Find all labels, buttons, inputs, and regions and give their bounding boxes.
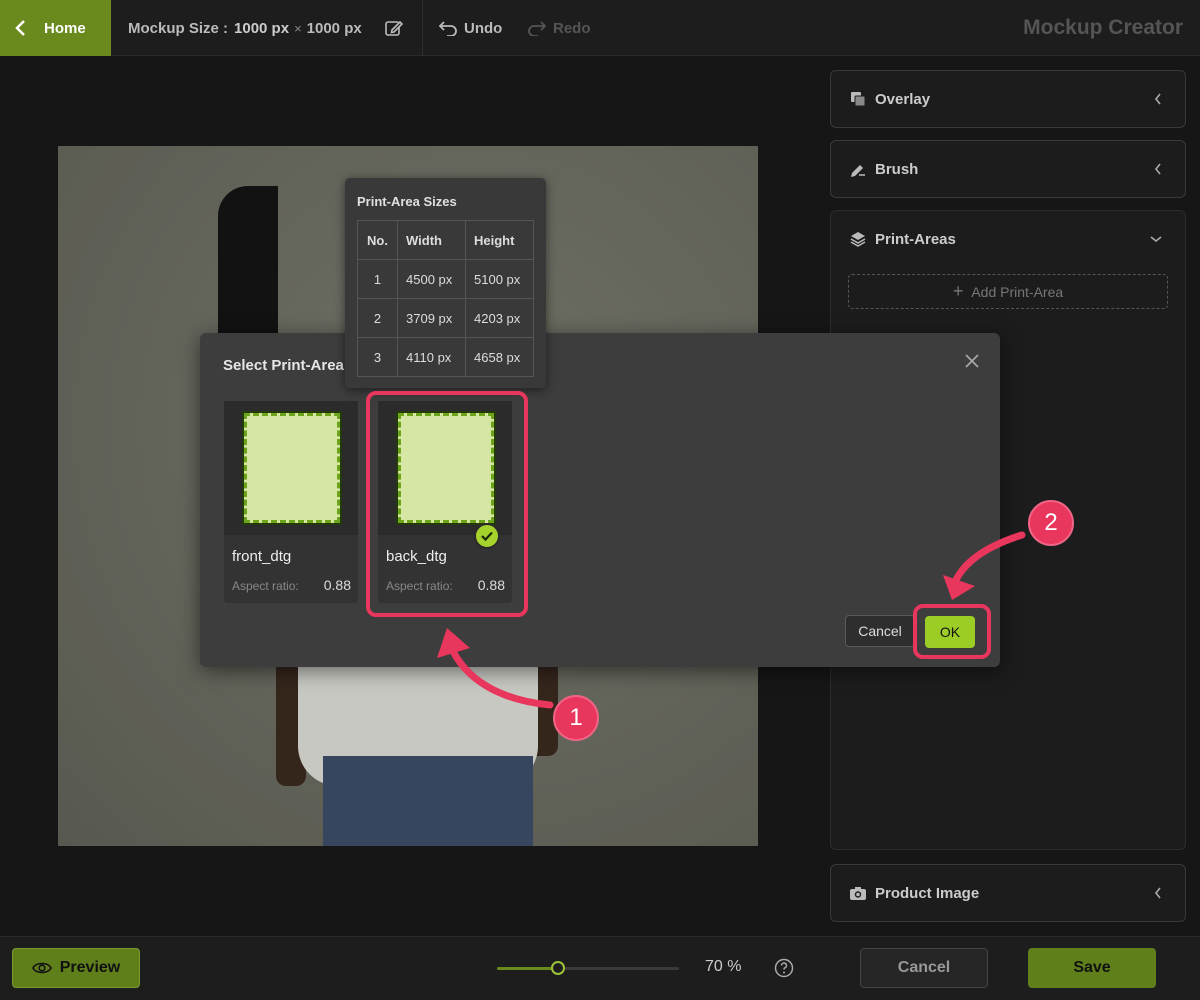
zoom-slider-thumb[interactable] bbox=[551, 961, 565, 975]
redo-icon bbox=[528, 21, 547, 36]
plus-icon: + bbox=[952, 281, 964, 301]
app-title: Mockup Creator bbox=[1023, 16, 1183, 39]
table-row: 1 4500 px 5100 px bbox=[357, 259, 534, 299]
print-area-info: front_dtg Aspect ratio: 0.88 bbox=[224, 535, 358, 603]
top-bar: Home Mockup Size : 1000 px × 1000 px Und… bbox=[0, 0, 1200, 56]
mockup-height: 1000 px bbox=[306, 19, 362, 37]
chevron-left-icon bbox=[15, 20, 25, 36]
overlay-section[interactable]: Overlay bbox=[830, 70, 1186, 128]
print-area-sizes-table: No. Width Height 1 4500 px 5100 px 2 370… bbox=[357, 220, 534, 377]
mockup-width: 1000 px bbox=[234, 19, 290, 37]
brush-icon bbox=[851, 165, 865, 177]
table-header-row: No. Width Height bbox=[357, 220, 534, 260]
print-area-name: front_dtg bbox=[232, 548, 292, 565]
brush-section[interactable]: Brush bbox=[830, 140, 1186, 198]
highlight-back-dtg bbox=[366, 391, 528, 617]
product-image-header[interactable]: Product Image bbox=[831, 865, 1185, 921]
print-area-card-front[interactable]: front_dtg Aspect ratio: 0.88 bbox=[224, 401, 358, 603]
undo-label: Undo bbox=[464, 19, 503, 37]
preview-button[interactable]: Preview bbox=[12, 948, 140, 988]
product-image-label: Product Image bbox=[875, 884, 980, 902]
cell-width: 4110 px bbox=[397, 337, 466, 377]
aspect-ratio-value: 0.88 bbox=[323, 577, 351, 593]
print-areas-header[interactable]: Print-Areas bbox=[831, 211, 1185, 267]
step-badge-2: 2 bbox=[1028, 500, 1074, 546]
camera-icon bbox=[850, 887, 866, 900]
cell-width: 4500 px bbox=[397, 259, 466, 299]
cell-no: 3 bbox=[357, 337, 398, 377]
mockup-size: Mockup Size : 1000 px × 1000 px bbox=[128, 0, 362, 56]
divider bbox=[422, 0, 423, 56]
col-header-width: Width bbox=[397, 220, 466, 260]
overlay-icon bbox=[851, 92, 866, 107]
highlight-ok bbox=[913, 604, 991, 659]
zoom-value: 70 % bbox=[705, 958, 742, 975]
cell-height: 4203 px bbox=[465, 298, 534, 338]
chevron-left-icon bbox=[1154, 163, 1161, 175]
zoom-slider-fill bbox=[497, 967, 558, 970]
mockup-size-label: Mockup Size : bbox=[128, 19, 229, 37]
help-icon[interactable] bbox=[774, 958, 794, 978]
redo-label: Redo bbox=[553, 19, 591, 37]
cell-width: 3709 px bbox=[397, 298, 466, 338]
layers-icon bbox=[850, 232, 866, 247]
dialog-title: Select Print-Area bbox=[223, 357, 344, 374]
edit-icon[interactable] bbox=[384, 18, 404, 38]
cell-no: 1 bbox=[357, 259, 398, 299]
step-badge-1: 1 bbox=[553, 695, 599, 741]
print-area-thumbnail bbox=[224, 401, 358, 535]
save-button[interactable]: Save bbox=[1028, 948, 1156, 988]
home-label: Home bbox=[44, 19, 86, 37]
print-area-preview bbox=[242, 411, 342, 525]
redo-button[interactable]: Redo bbox=[527, 0, 591, 56]
cancel-button[interactable]: Cancel bbox=[860, 948, 988, 988]
tooltip-title: Print-Area Sizes bbox=[357, 194, 457, 209]
brush-header[interactable]: Brush bbox=[831, 141, 1185, 197]
chevron-left-icon bbox=[1154, 93, 1161, 105]
cell-height: 4658 px bbox=[465, 337, 534, 377]
home-button[interactable]: Home bbox=[0, 0, 111, 56]
add-print-area-button[interactable]: + Add Print-Area bbox=[848, 274, 1168, 309]
print-area-sizes-tooltip: Print-Area Sizes No. Width Height 1 4500… bbox=[345, 178, 546, 388]
close-icon[interactable] bbox=[964, 353, 980, 369]
product-image-section[interactable]: Product Image bbox=[830, 864, 1186, 922]
overlay-label: Overlay bbox=[875, 90, 931, 108]
eye-icon bbox=[31, 962, 52, 974]
col-header-no: No. bbox=[357, 220, 398, 260]
add-print-area-label: Add Print-Area bbox=[971, 283, 1064, 300]
cell-height: 5100 px bbox=[465, 259, 534, 299]
cell-no: 2 bbox=[357, 298, 398, 338]
chevron-down-icon bbox=[1150, 236, 1162, 243]
print-areas-label: Print-Areas bbox=[875, 230, 956, 248]
aspect-ratio-label: Aspect ratio: bbox=[232, 579, 299, 593]
table-row: 3 4110 px 4658 px bbox=[357, 337, 534, 377]
chevron-left-icon bbox=[1154, 887, 1161, 899]
undo-button[interactable]: Undo bbox=[438, 0, 502, 56]
select-print-area-dialog: Select Print-Area front_dtg Aspect ratio… bbox=[200, 333, 1000, 667]
col-header-height: Height bbox=[465, 220, 534, 260]
overlay-header[interactable]: Overlay bbox=[831, 71, 1185, 127]
brush-label: Brush bbox=[875, 160, 919, 178]
dialog-cancel-button[interactable]: Cancel bbox=[845, 615, 915, 647]
undo-icon bbox=[438, 21, 457, 36]
table-row: 2 3709 px 4203 px bbox=[357, 298, 534, 338]
mockup-times: × bbox=[294, 20, 302, 36]
preview-label: Preview bbox=[59, 959, 121, 976]
